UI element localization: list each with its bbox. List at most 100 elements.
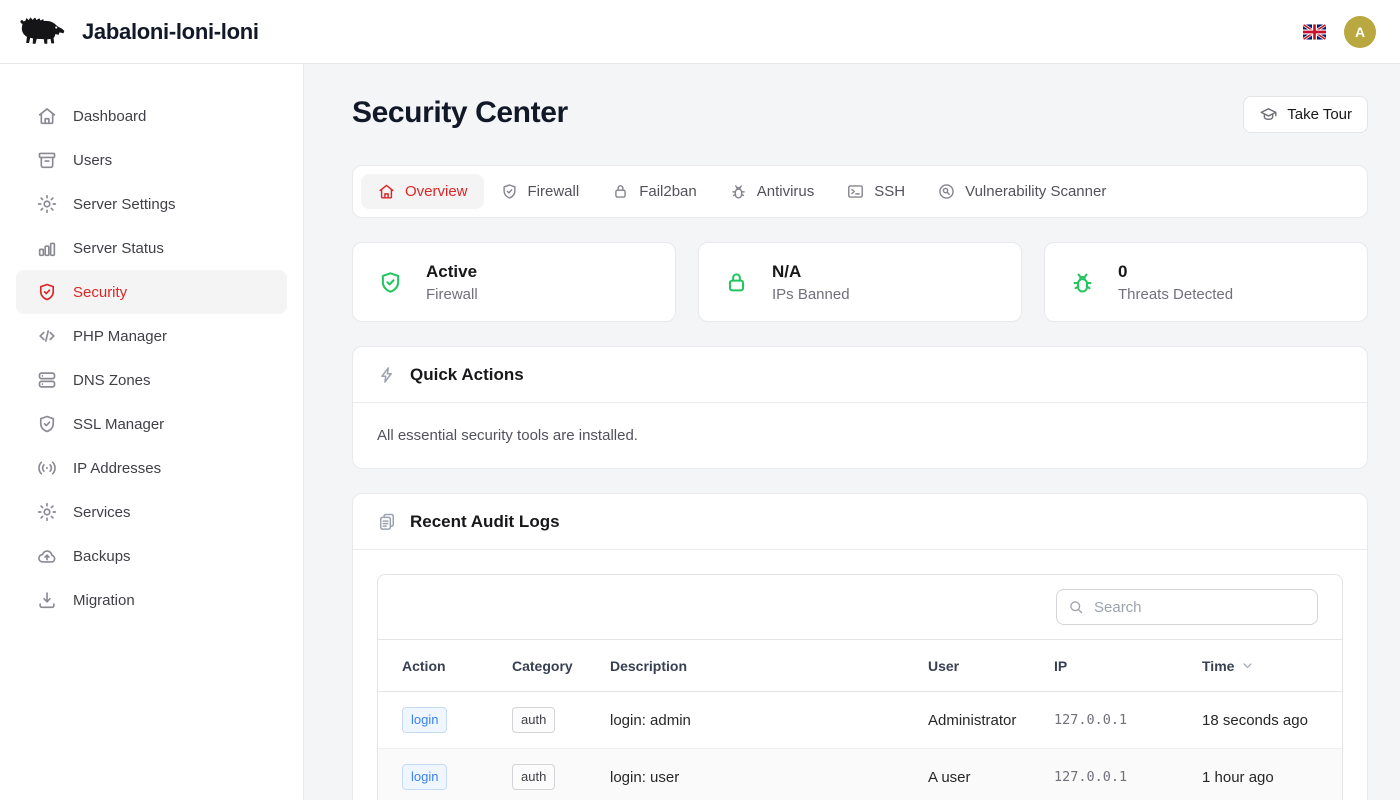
broadcast-icon (36, 457, 58, 479)
status-card: 0 Threats Detected (1044, 242, 1368, 322)
quick-actions-title: Quick Actions (410, 365, 524, 385)
sidebar-item-label: Users (73, 152, 112, 169)
tab[interactable]: Vulnerability Scanner (921, 174, 1122, 209)
shome-icon (377, 182, 396, 201)
status-card-label: Threats Detected (1118, 286, 1233, 303)
topbar: Jabaloni-loni-loni A (0, 0, 1400, 64)
user-avatar[interactable]: A (1344, 16, 1376, 48)
bug-icon (1069, 269, 1096, 296)
sidebar-item-label: Migration (73, 592, 135, 609)
ip-cell: 127.0.0.1 (1054, 749, 1202, 800)
table-row[interactable]: login auth login: admin Administrator 12… (378, 692, 1342, 749)
col-user[interactable]: User (928, 640, 1054, 692)
take-tour-label: Take Tour (1287, 106, 1352, 123)
tab[interactable]: Antivirus (713, 174, 831, 209)
sidebar-item[interactable]: IP Addresses (16, 446, 287, 490)
tab-label: Firewall (528, 183, 580, 200)
take-tour-button[interactable]: Take Tour (1243, 96, 1368, 133)
sidebar-item-label: Dashboard (73, 108, 146, 125)
tab-label: SSH (874, 183, 905, 200)
search-input[interactable] (1056, 589, 1318, 625)
action-badge: login (402, 764, 447, 790)
lock-icon (611, 182, 630, 201)
user-cell: A user (928, 749, 1054, 800)
col-time[interactable]: Time (1202, 640, 1342, 692)
sidebar-item[interactable]: PHP Manager (16, 314, 287, 358)
sidebar-item[interactable]: Server Status (16, 226, 287, 270)
sidebar-item-label: Backups (73, 548, 131, 565)
terminal-icon (846, 182, 865, 201)
category-badge: auth (512, 707, 555, 733)
shield-icon (500, 182, 519, 201)
col-ip[interactable]: IP (1054, 640, 1202, 692)
audit-logs-panel: Recent Audit Logs (352, 493, 1368, 800)
tab[interactable]: Firewall (484, 174, 596, 209)
tab-label: Fail2ban (639, 183, 697, 200)
tab-label: Vulnerability Scanner (965, 183, 1106, 200)
download-icon (36, 589, 58, 611)
sidebar-item-label: IP Addresses (73, 460, 161, 477)
sidebar-item[interactable]: Migration (16, 578, 287, 622)
col-action[interactable]: Action (378, 640, 512, 692)
sidebar-item-label: Services (73, 504, 131, 521)
time-cell: 1 hour ago (1202, 749, 1342, 800)
gear-icon (36, 193, 58, 215)
tab[interactable]: Fail2ban (595, 174, 713, 209)
status-card-value: 0 (1118, 262, 1233, 282)
tab[interactable]: SSH (830, 174, 921, 209)
code-icon (36, 325, 58, 347)
server-icon (36, 369, 58, 391)
shield-icon (377, 269, 404, 296)
status-card: Active Firewall (352, 242, 676, 322)
time-cell: 18 seconds ago (1202, 692, 1342, 749)
main-content: Security Center Take Tour Overview Firew… (304, 64, 1400, 800)
action-badge: login (402, 707, 447, 733)
status-card-label: Firewall (426, 286, 478, 303)
sort-desc-icon[interactable] (1240, 658, 1255, 673)
gear-icon (36, 501, 58, 523)
sidebar-item[interactable]: Services (16, 490, 287, 534)
sidebar-item[interactable]: Users (16, 138, 287, 182)
sidebar-item-label: Security (73, 284, 127, 301)
audit-logs-title: Recent Audit Logs (410, 512, 560, 532)
col-description[interactable]: Description (610, 640, 928, 692)
shield-icon (36, 281, 58, 303)
user-cell: Administrator (928, 692, 1054, 749)
bug-icon (729, 182, 748, 201)
description-cell: login: user (610, 749, 928, 800)
brand-title: Jabaloni-loni-loni (82, 19, 259, 45)
search-icon (1067, 598, 1085, 616)
uk-flag-icon[interactable] (1303, 24, 1326, 40)
sidebar-item[interactable]: Dashboard (16, 94, 287, 138)
status-card-label: IPs Banned (772, 286, 850, 303)
sidebar-item-label: SSL Manager (73, 416, 164, 433)
sidebar-item[interactable]: SSL Manager (16, 402, 287, 446)
status-cards: Active Firewall N/A IPs Banned 0 (352, 242, 1368, 322)
audit-table: Action Category Description User IP Time (378, 639, 1342, 800)
description-cell: login: admin (610, 692, 928, 749)
table-row[interactable]: login auth login: user A user 127.0.0.1 … (378, 749, 1342, 800)
sidebar-item[interactable]: Backups (16, 534, 287, 578)
status-card-value: N/A (772, 262, 850, 282)
ip-cell: 127.0.0.1 (1054, 692, 1202, 749)
search-circle-icon (937, 182, 956, 201)
sidebar-item-label: PHP Manager (73, 328, 167, 345)
status-card-value: Active (426, 262, 478, 282)
tab-label: Overview (405, 183, 468, 200)
cloud-up-icon (36, 545, 58, 567)
tab[interactable]: Overview (361, 174, 484, 209)
audit-table-card: Action Category Description User IP Time (377, 574, 1343, 800)
sidebar-item-label: Server Status (73, 240, 164, 257)
sidebar-item[interactable]: Server Settings (16, 182, 287, 226)
col-category[interactable]: Category (512, 640, 610, 692)
lock-icon (723, 269, 750, 296)
brand[interactable]: Jabaloni-loni-loni (16, 14, 259, 50)
sidebar-item[interactable]: Security (16, 270, 287, 314)
clipboard-icon (377, 512, 397, 532)
bolt-icon (377, 365, 397, 385)
shield-icon (36, 413, 58, 435)
sidebar-item[interactable]: DNS Zones (16, 358, 287, 402)
boar-logo-icon (16, 14, 68, 50)
quick-actions-message: All essential security tools are install… (353, 403, 1367, 468)
quick-actions-panel: Quick Actions All essential security too… (352, 346, 1368, 469)
